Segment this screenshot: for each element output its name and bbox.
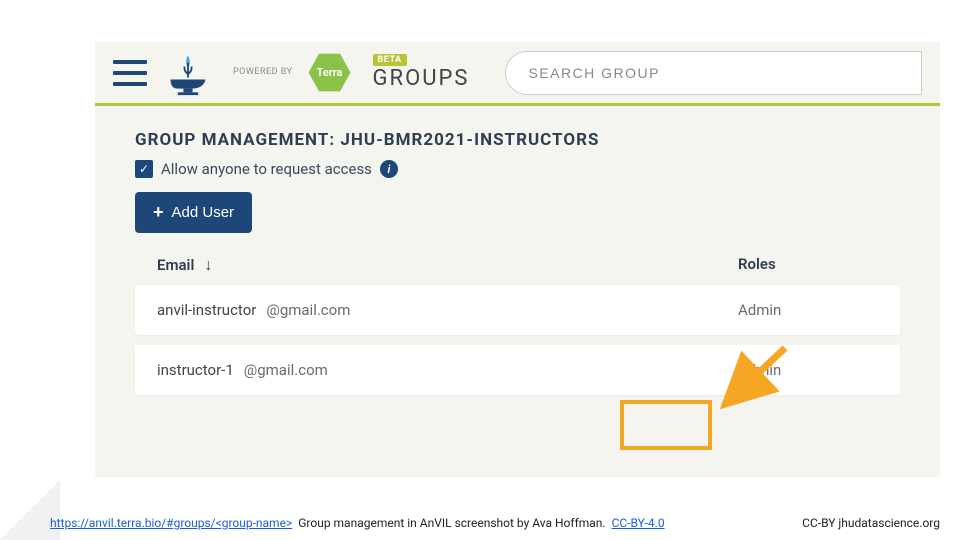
app-window: POWERED BY Terra BETA GROUPS GROUP MANAG… — [95, 42, 940, 477]
footer-caption: https://anvil.terra.bio/#groups/<group-n… — [50, 516, 940, 530]
group-name: JHU-BMR2021-INSTRUCTORS — [340, 130, 599, 150]
table-row[interactable]: instructor-1 @gmail.com Admin — [135, 345, 900, 395]
terra-logo-label: Terra — [317, 66, 343, 79]
column-email-label: Email — [157, 256, 194, 274]
cell-role: Admin — [738, 301, 878, 319]
anvil-logo — [163, 48, 213, 98]
terra-logo: Terra — [309, 52, 351, 94]
info-icon[interactable]: i — [380, 160, 398, 178]
allow-request-label: Allow anyone to request access — [161, 160, 372, 178]
beta-badge: BETA — [373, 54, 407, 66]
powered-by-label: POWERED BY — [233, 68, 293, 78]
page-title-prefix: GROUP MANAGEMENT: — [135, 130, 340, 150]
search-wrap — [505, 51, 922, 95]
page-corner-decoration — [0, 480, 60, 540]
section-title: GROUPS — [373, 66, 470, 91]
cell-email: anvil-instructor @gmail.com — [157, 301, 738, 319]
column-roles-label: Roles — [738, 255, 776, 273]
email-local: instructor-1 — [157, 361, 234, 379]
footer-license-link[interactable]: CC-BY-4.0 — [612, 516, 665, 530]
column-email-header[interactable]: Email ↓ — [157, 255, 738, 275]
column-roles-header[interactable]: Roles — [738, 255, 878, 275]
table-row[interactable]: anvil-instructor @gmail.com Admin — [135, 285, 900, 335]
add-user-label: Add User — [172, 204, 235, 221]
content-area: GROUP MANAGEMENT: JHU-BMR2021-INSTRUCTOR… — [95, 106, 940, 429]
allow-request-checkbox[interactable]: ✓ — [135, 160, 153, 178]
cell-role: Admin — [738, 361, 878, 379]
search-input[interactable] — [505, 51, 922, 95]
footer-caption-text: Group management in AnVIL screenshot by … — [298, 516, 605, 530]
header-bar: POWERED BY Terra BETA GROUPS — [95, 42, 940, 106]
email-domain: @gmail.com — [266, 301, 350, 319]
section-heading: BETA GROUPS — [373, 54, 470, 91]
footer-attribution: CC-BY jhudatascience.org — [802, 516, 940, 530]
email-local: anvil-instructor — [157, 301, 256, 319]
page-title: GROUP MANAGEMENT: JHU-BMR2021-INSTRUCTOR… — [135, 130, 900, 150]
footer-url-link[interactable]: https://anvil.terra.bio/#groups/<group-n… — [50, 516, 292, 530]
sort-descending-icon: ↓ — [204, 255, 212, 275]
add-user-button[interactable]: + Add User — [135, 192, 252, 233]
email-domain: @gmail.com — [244, 361, 328, 379]
table-header: Email ↓ Roles — [135, 255, 900, 285]
menu-icon[interactable] — [113, 60, 147, 86]
plus-icon: + — [153, 202, 164, 223]
allow-request-row: ✓ Allow anyone to request access i — [135, 160, 900, 178]
cell-email: instructor-1 @gmail.com — [157, 361, 738, 379]
